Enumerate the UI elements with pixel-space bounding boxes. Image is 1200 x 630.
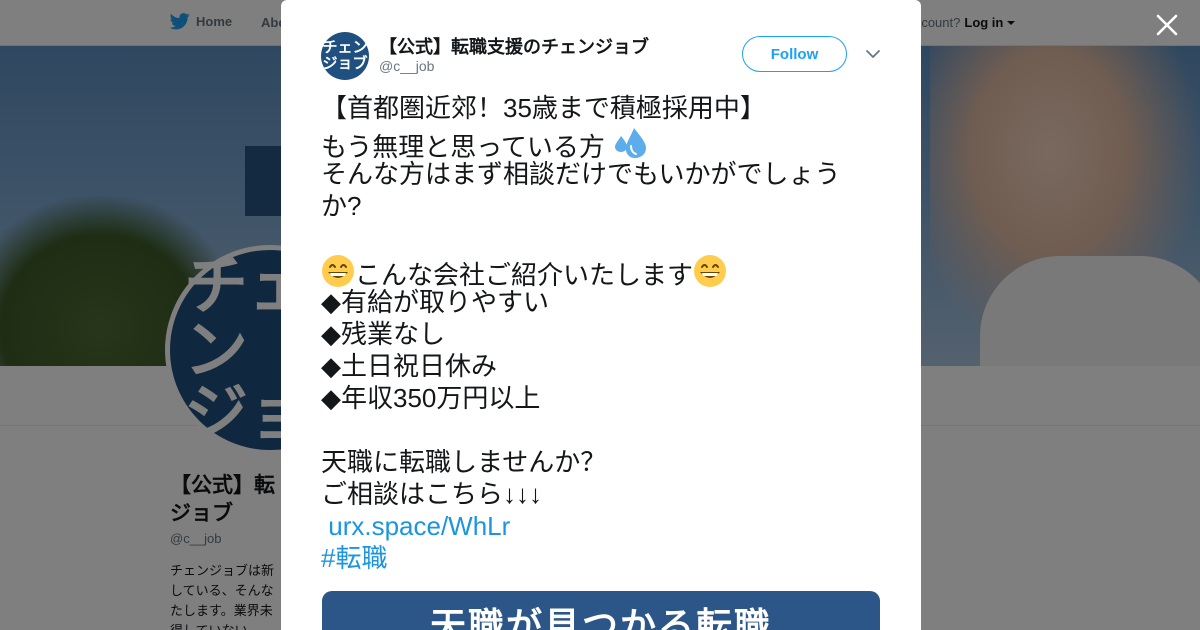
chevron-down-icon[interactable]	[864, 45, 882, 63]
grinning-face-emoji	[322, 255, 354, 287]
media-card-image[interactable]: 天職が見つかる転職	[322, 591, 880, 630]
sweat-droplets-emoji	[615, 128, 647, 158]
author-avatar-line-2: ジョブ	[322, 55, 368, 72]
author-display-name[interactable]: 【公式】転職支援のチェンジョブ	[379, 33, 649, 59]
author-avatar[interactable]: チェン ジョブ	[321, 32, 369, 80]
tweet-link-line: urx.space/WhLr	[321, 510, 861, 542]
tweet-hashtag-line: #転職	[321, 542, 861, 574]
grinning-face-emoji	[694, 255, 727, 287]
tweet-line: そんな方はまず相談だけでもいかがでしょうか?	[321, 159, 841, 221]
tweet-modal: チェン ジョブ 【公式】転職支援のチェンジョブ @c__job Follow 【…	[281, 0, 921, 630]
close-icon[interactable]	[1154, 12, 1180, 38]
tweet-bullet: ◆有給が取りやすい	[321, 287, 549, 317]
tweet-url-link[interactable]: urx.space/WhLr	[328, 511, 510, 541]
tweet-line: 天職に転職しませんか？	[321, 447, 607, 477]
follow-button[interactable]: Follow	[742, 36, 847, 72]
tweet-bullet: ◆年収350万円以上	[321, 383, 541, 413]
hashtag-link[interactable]: #転職	[321, 543, 387, 573]
author-avatar-line-1: チェン	[322, 39, 368, 56]
author-handle[interactable]: @c__job	[379, 58, 434, 74]
tweet-line-with-emoji: もう無理と思っている方	[321, 126, 861, 162]
media-card-title: 天職が見つかる転職	[429, 605, 772, 630]
tweet-bullet: ◆土日祝日休み	[321, 351, 497, 381]
tweet-line: 【首都圏近郊！35歳まで積極採用中】	[321, 93, 766, 123]
tweet-text: 【首都圏近郊！35歳まで積極採用中】 もう無理と思っている方 そんな方はまず相談…	[321, 92, 861, 574]
tweet-line: ご相談はこちら↓↓↓	[321, 479, 543, 509]
tweet-bullet: ◆残業なし	[321, 319, 445, 349]
tweet-line-with-emoji: こんな会社ご紹介いたします	[321, 254, 861, 290]
